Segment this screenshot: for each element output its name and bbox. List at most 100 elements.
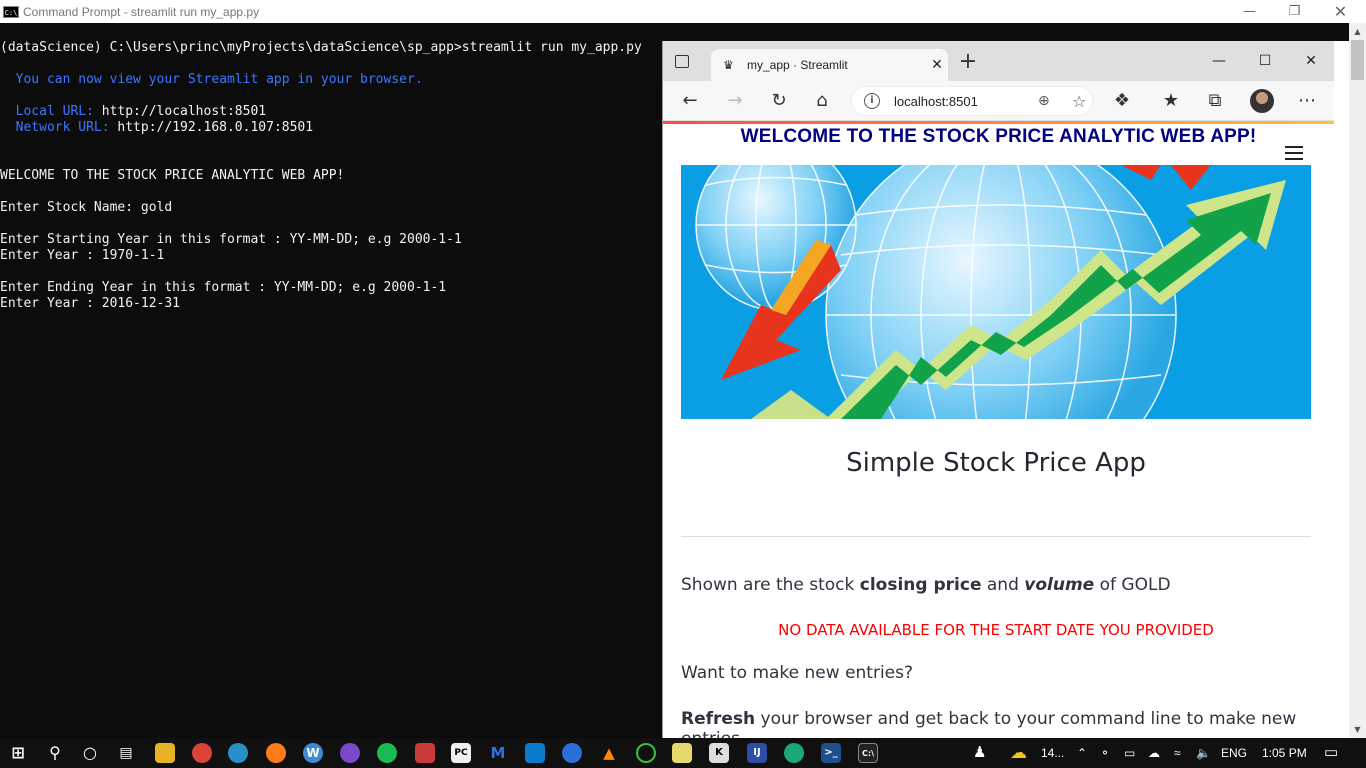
app-icon-teal[interactable]	[784, 743, 804, 763]
cmd-output-line: Enter Starting Year in this format : YY-…	[0, 232, 462, 247]
browser-minimize-button[interactable]: —	[1196, 49, 1242, 73]
powershell-icon[interactable]: >_	[821, 743, 841, 763]
edge-icon[interactable]	[228, 743, 248, 763]
browser-maximize-button[interactable]: ☐	[1242, 49, 1288, 73]
cmd-url-value: http://192.168.0.107:8501	[117, 120, 314, 135]
clock-time[interactable]: 1:05 PM	[1262, 738, 1307, 768]
refresh-instructions: Refresh your browser and get back to you…	[681, 709, 1334, 738]
tray-icon-1[interactable]: ⚬	[1100, 738, 1110, 768]
zoom-icon[interactable]: ⊕	[1038, 93, 1058, 109]
back-arrow-icon[interactable]: ←	[678, 89, 702, 113]
intellij-icon[interactable]: IJ	[747, 743, 767, 763]
spotify-icon[interactable]	[377, 743, 397, 763]
tab-close-icon[interactable]: ✕	[926, 57, 948, 73]
cmd-output-line: Local URL: http://localhost:8501	[0, 104, 662, 120]
new-entries-question: Want to make new entries?	[681, 663, 914, 683]
command-prompt-taskbar-icon[interactable]: C:\	[858, 743, 878, 763]
stock-banner-image	[681, 165, 1311, 419]
wordpress-icon[interactable]: W	[303, 743, 323, 763]
cmd-output-line	[0, 264, 662, 280]
battery-icon[interactable]: ▭	[1124, 738, 1135, 768]
more-options-icon[interactable]: ⋯	[1295, 89, 1319, 113]
github-icon[interactable]	[340, 743, 360, 763]
cmd-url-label: Network URL:	[0, 120, 118, 135]
favorites-icon[interactable]: ★	[1159, 89, 1183, 113]
refresh-icon[interactable]: ↻	[767, 89, 791, 113]
browser-window: ♛ my_app · Streamlit ✕ + — ☐ ✕ ← → ↻ ⌂ i…	[662, 41, 1334, 738]
people-icon[interactable]: ♟	[973, 738, 986, 768]
home-icon[interactable]: ⌂	[810, 89, 834, 113]
app-icon-k[interactable]: K	[709, 743, 729, 763]
new-tab-icon[interactable]: +	[957, 51, 979, 73]
page-header: WELCOME TO THE STOCK PRICE ANALYTIC WEB …	[740, 126, 1257, 147]
language-indicator[interactable]: ENG	[1221, 738, 1247, 768]
add-favorite-icon[interactable]: ☆	[1072, 92, 1092, 111]
cmd-url-label: Local URL:	[0, 104, 102, 119]
tab-my-app[interactable]: ♛ my_app · Streamlit ✕	[711, 49, 948, 81]
file-explorer-icon[interactable]	[155, 743, 175, 763]
notepad-icon[interactable]	[672, 743, 692, 763]
cmd-terminal[interactable]: (dataScience) C:\Users\princ\myProjects\…	[0, 23, 662, 738]
cmd-scrollbar[interactable]: ▲ ▼	[1349, 23, 1366, 738]
cmd-output-line: Enter Year : 2016-12-31	[0, 296, 181, 311]
weather-icon[interactable]: ☁	[1010, 738, 1027, 768]
malwarebytes-icon[interactable]: M	[488, 743, 508, 763]
search-icon[interactable]: ⚲	[45, 743, 65, 763]
extensions-icon[interactable]: ❖	[1110, 89, 1134, 113]
scroll-up-arrow-icon[interactable]: ▲	[1349, 23, 1366, 40]
notifications-icon[interactable]: ▭	[1324, 738, 1338, 768]
hamburger-menu-icon[interactable]	[1285, 146, 1303, 160]
cortana-icon[interactable]: ○	[80, 743, 100, 763]
vscode-icon[interactable]	[525, 743, 545, 763]
forward-arrow-icon[interactable]: →	[723, 89, 747, 113]
taskbar: ⊞ ⚲ ○ ▤ W PC M ▲ K IJ >_ C:\ ♟ ☁ 14... ⌃…	[0, 738, 1366, 768]
scrollbar-thumb[interactable]	[1351, 40, 1364, 80]
scroll-down-arrow-icon[interactable]: ▼	[1349, 721, 1366, 738]
shown-prefix: Shown are the stock	[681, 575, 860, 595]
tab-actions-icon[interactable]	[675, 55, 689, 68]
pycharm-icon[interactable]: PC	[451, 743, 471, 763]
streamlit-page: WELCOME TO THE STOCK PRICE ANALYTIC WEB …	[663, 124, 1334, 738]
cmd-output-line: WELCOME TO THE STOCK PRICE ANALYTIC WEB …	[0, 168, 345, 183]
cmd-output-line	[0, 136, 662, 152]
cmd-output-line: (dataScience) C:\Users\princ\myProjects\…	[0, 40, 642, 55]
restore-button[interactable]: ❐	[1272, 0, 1317, 23]
cmd-output-line	[0, 216, 662, 232]
cmd-output-line	[0, 56, 662, 72]
browser-scrollbar[interactable]	[1334, 41, 1349, 738]
volume-icon[interactable]: 🔈	[1196, 738, 1211, 768]
app-icon-red[interactable]	[415, 743, 435, 763]
app-title: Simple Stock Price App	[846, 448, 1146, 478]
browser-close-button[interactable]: ✕	[1288, 49, 1334, 73]
close-button[interactable]: ✕	[1318, 0, 1363, 23]
chrome-icon[interactable]	[192, 743, 212, 763]
shown-italic: volume	[1024, 575, 1095, 595]
collections-icon[interactable]: ⧉	[1203, 89, 1227, 113]
streamlit-favicon-icon: ♛	[723, 58, 734, 72]
cmd-window-title: Command Prompt - streamlit run my_app.py	[23, 4, 260, 19]
shown-suffix: of GOLD	[1094, 575, 1171, 595]
address-url[interactable]: localhost:8501	[894, 94, 1038, 109]
cmd-output-line: Network URL: http://192.168.0.107:8501	[0, 120, 662, 136]
tray-chevron-up-icon[interactable]: ⌃	[1077, 738, 1087, 768]
cmd-output-line	[0, 184, 662, 200]
minimize-button[interactable]: —	[1227, 0, 1272, 23]
wifi-icon[interactable]: ≈	[1174, 738, 1181, 768]
start-windows-icon[interactable]: ⊞	[8, 743, 28, 763]
firefox-icon[interactable]	[266, 743, 286, 763]
cmd-output-line: Enter Stock Name: gold	[0, 200, 173, 215]
refresh-rest: your browser and get back to your comman…	[681, 709, 1297, 738]
profile-avatar[interactable]	[1250, 89, 1274, 113]
weather-temp[interactable]: 14...	[1041, 738, 1064, 768]
app-icon-green[interactable]	[636, 743, 656, 763]
vlc-icon[interactable]: ▲	[599, 743, 619, 763]
app-icon-blue[interactable]	[562, 743, 582, 763]
cmd-output-line	[0, 152, 662, 168]
cmd-app-icon: C:\	[3, 5, 19, 18]
address-bar[interactable]: i localhost:8501 ⊕ ☆	[851, 86, 1093, 116]
shown-description: Shown are the stock closing price and vo…	[681, 575, 1171, 595]
site-info-icon[interactable]: i	[864, 93, 880, 109]
task-view-icon[interactable]: ▤	[116, 743, 136, 763]
onedrive-icon[interactable]: ☁	[1148, 738, 1160, 768]
divider-line	[681, 536, 1311, 537]
